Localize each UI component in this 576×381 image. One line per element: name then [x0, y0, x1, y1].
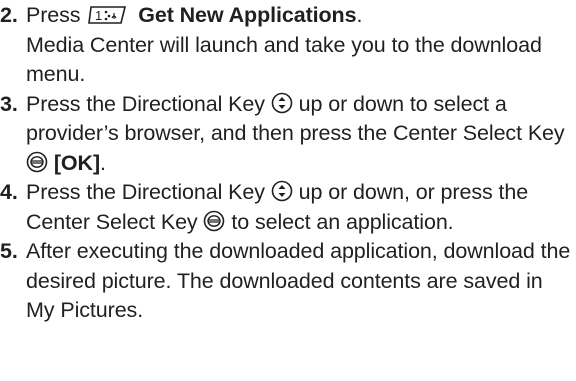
keypad-1-key-icon: 1 — [88, 5, 128, 25]
step-bold-text: Get New Applications — [138, 3, 357, 27]
directional-key-icon — [271, 180, 293, 202]
step-5: 5. After executing the downloaded applic… — [0, 237, 574, 326]
step-text: Press the Directional Key — [26, 91, 265, 116]
step-text: . — [356, 3, 363, 27]
step-continuation-text: Media Center will launch and take you to… — [26, 32, 542, 87]
instruction-steps: 2. Press 1 Get New Applications. Media C… — [0, 1, 574, 326]
center-select-key-icon — [203, 210, 225, 232]
step-text: Press — [26, 3, 81, 27]
step-text: Press the Directional Key — [26, 180, 265, 204]
step-4: 4. Press the Directional Key up or down,… — [0, 178, 574, 237]
step-text: . — [100, 150, 106, 175]
step-number: 2. — [0, 3, 18, 27]
step-text: After executing the downloaded applicati… — [26, 239, 571, 322]
step-number: 4. — [0, 180, 18, 204]
step-bold-text: [OK] — [53, 150, 101, 175]
svg-text:1: 1 — [95, 8, 102, 23]
step-text: to select an application. — [231, 209, 454, 234]
step-number: 3. — [0, 91, 18, 116]
step-2: 2. Press 1 Get New Applications. Media C… — [0, 1, 574, 90]
directional-key-icon — [271, 92, 293, 114]
step-number: 5. — [0, 239, 18, 263]
center-select-key-icon — [26, 151, 48, 173]
step-3: 3. Press the Directional Key up or down … — [0, 90, 574, 179]
